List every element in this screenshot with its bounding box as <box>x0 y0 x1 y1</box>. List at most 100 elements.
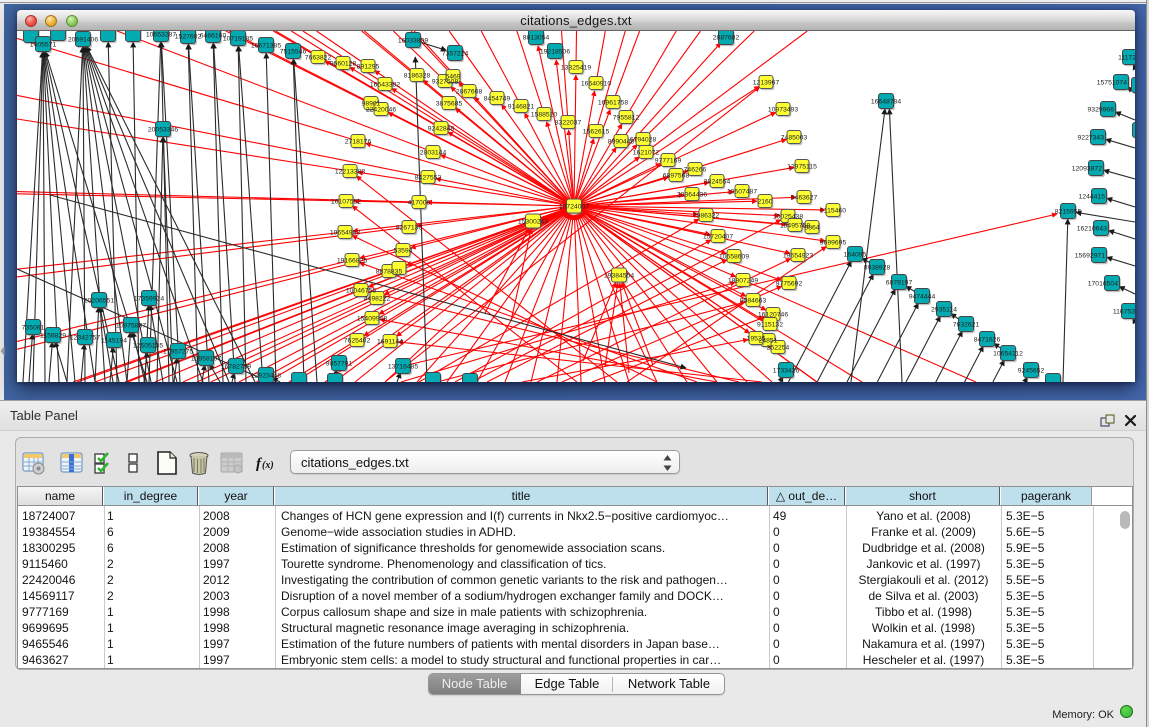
svg-text:16210643: 16210643 <box>1077 225 1107 232</box>
svg-text:15300243: 15300243 <box>518 218 548 225</box>
svg-text:9463627: 9463627 <box>791 194 818 201</box>
svg-text:10654112: 10654112 <box>993 350 1023 357</box>
svg-text:746266: 746266 <box>684 166 707 173</box>
svg-text:9775692: 9775692 <box>776 280 803 287</box>
svg-text:9146821: 9146821 <box>508 103 535 110</box>
svg-text:9660128: 9660128 <box>330 60 357 67</box>
svg-text:9084663: 9084663 <box>740 297 767 304</box>
svg-text:10973493: 10973493 <box>768 106 798 113</box>
svg-text:8186328: 8186328 <box>404 72 431 79</box>
svg-text:16782759: 16782759 <box>221 363 251 370</box>
svg-text:10658609: 10658609 <box>719 253 749 260</box>
svg-text:1733426: 1733426 <box>773 367 800 374</box>
svg-text:7485003: 7485003 <box>781 134 808 141</box>
svg-text:9115460: 9115460 <box>820 207 846 214</box>
svg-text:7632621: 7632621 <box>953 321 980 328</box>
svg-text:9864: 9864 <box>804 224 819 231</box>
svg-text:7955812: 7955812 <box>613 114 640 121</box>
svg-text:6879197: 6879197 <box>886 279 913 286</box>
svg-text:2718176: 2718176 <box>345 138 372 145</box>
svg-text:19166825: 19166825 <box>337 257 367 264</box>
svg-text:12213383: 12213383 <box>335 168 365 175</box>
svg-text:252254: 252254 <box>767 344 790 351</box>
svg-text:16648784: 16648784 <box>871 98 901 105</box>
svg-text:12923448: 12923448 <box>251 372 281 379</box>
svg-text:8215955: 8215955 <box>1055 208 1082 215</box>
svg-text:10507487: 10507487 <box>727 188 757 195</box>
svg-text:7357224: 7357224 <box>442 50 469 57</box>
svg-text:10719185: 10719185 <box>223 35 253 42</box>
svg-text:9245652: 9245652 <box>1018 367 1045 374</box>
svg-text:417006: 417006 <box>408 199 431 206</box>
svg-text:9242848: 9242848 <box>428 125 455 132</box>
svg-text:12505135: 12505135 <box>133 342 163 349</box>
svg-text:1527602: 1527602 <box>175 33 202 40</box>
svg-text:735061: 735061 <box>22 324 45 331</box>
svg-text:15692971: 15692971 <box>1075 252 1105 259</box>
svg-text:19525: 19525 <box>747 335 766 342</box>
svg-text:17359924: 17359924 <box>134 295 164 302</box>
svg-text:18724007: 18724007 <box>559 203 589 210</box>
svg-text:16961758: 16961758 <box>598 99 628 106</box>
svg-text:20206551: 20206551 <box>84 297 114 304</box>
svg-text:8454749: 8454749 <box>484 95 511 102</box>
svg-text:20364436: 20364436 <box>677 191 707 198</box>
svg-text:164095: 164095 <box>844 251 867 258</box>
svg-text:2160: 2160 <box>757 198 772 205</box>
svg-text:1691144: 1691144 <box>377 338 403 345</box>
svg-text:10653287: 10653287 <box>146 31 176 38</box>
svg-text:16671385: 16671385 <box>251 42 281 49</box>
svg-text:2803144: 2803144 <box>420 149 447 156</box>
svg-text:11172: 11172 <box>1118 54 1135 61</box>
svg-text:17957275: 17957275 <box>163 348 193 355</box>
svg-text:16120746: 16120746 <box>758 311 788 318</box>
svg-text:1156829: 1156829 <box>40 332 66 339</box>
svg-text:9474444: 9474444 <box>909 293 936 300</box>
svg-text:8427552: 8427552 <box>415 174 442 181</box>
svg-text:16107552: 16107552 <box>331 198 361 205</box>
svg-text:8322037: 8322037 <box>555 119 582 126</box>
svg-text:13716485: 13716485 <box>388 363 418 370</box>
svg-text:2887682: 2887682 <box>713 34 740 41</box>
svg-text:19654983: 19654983 <box>330 229 360 236</box>
svg-text:13325419: 13325419 <box>561 64 591 71</box>
svg-text:16640910: 16640910 <box>581 80 611 87</box>
svg-text:4498222: 4498222 <box>364 295 391 302</box>
svg-text:6897568: 6897568 <box>663 172 690 179</box>
svg-text:9699695: 9699695 <box>820 239 847 246</box>
svg-text:22420046: 22420046 <box>366 106 396 113</box>
svg-text:2867608: 2867608 <box>456 88 483 95</box>
svg-text:(x): (x) <box>262 460 274 471</box>
svg-text:1562615: 1562615 <box>583 128 610 135</box>
svg-text:15720407: 15720407 <box>703 233 733 240</box>
svg-text:3824554: 3824554 <box>704 178 731 185</box>
svg-text:1145194: 1145194 <box>101 337 127 344</box>
svg-text:12975115: 12975115 <box>787 163 817 170</box>
svg-text:2935114: 2935114 <box>931 306 957 313</box>
svg-text:53594: 53594 <box>394 247 413 254</box>
svg-text:116753: 116753 <box>1113 308 1135 315</box>
svg-text:8938928: 8938928 <box>864 264 891 271</box>
svg-text:19654923: 19654923 <box>783 252 813 259</box>
svg-text:16033809: 16033809 <box>398 37 428 44</box>
svg-text:12093872: 12093872 <box>1072 165 1102 172</box>
svg-text:1588520: 1588520 <box>531 111 558 118</box>
svg-text:6794028: 6794028 <box>630 136 657 143</box>
svg-text:10025438: 10025438 <box>773 213 803 220</box>
svg-text:19218506: 19218506 <box>540 48 570 55</box>
svg-text:12342757: 12342757 <box>70 334 100 341</box>
svg-text:16543382: 16543382 <box>370 81 400 88</box>
svg-text:20053346: 20053346 <box>148 126 178 133</box>
svg-text:9777169: 9777169 <box>655 157 682 164</box>
svg-text:8813054: 8813054 <box>523 34 550 41</box>
svg-text:10975887: 10975887 <box>116 322 146 329</box>
svg-text:17016504: 17016504 <box>1088 280 1118 287</box>
svg-text:8878835: 8878835 <box>376 268 403 275</box>
svg-text:3875685: 3875685 <box>436 100 463 107</box>
svg-text:10046755: 10046755 <box>346 287 376 294</box>
svg-text:8471626: 8471626 <box>974 336 1001 343</box>
svg-text:7515546: 7515546 <box>280 48 307 55</box>
svg-text:1405571: 1405571 <box>30 41 57 48</box>
svg-text:8267130: 8267130 <box>396 224 423 231</box>
svg-text:1244415: 1244415 <box>1079 193 1106 200</box>
